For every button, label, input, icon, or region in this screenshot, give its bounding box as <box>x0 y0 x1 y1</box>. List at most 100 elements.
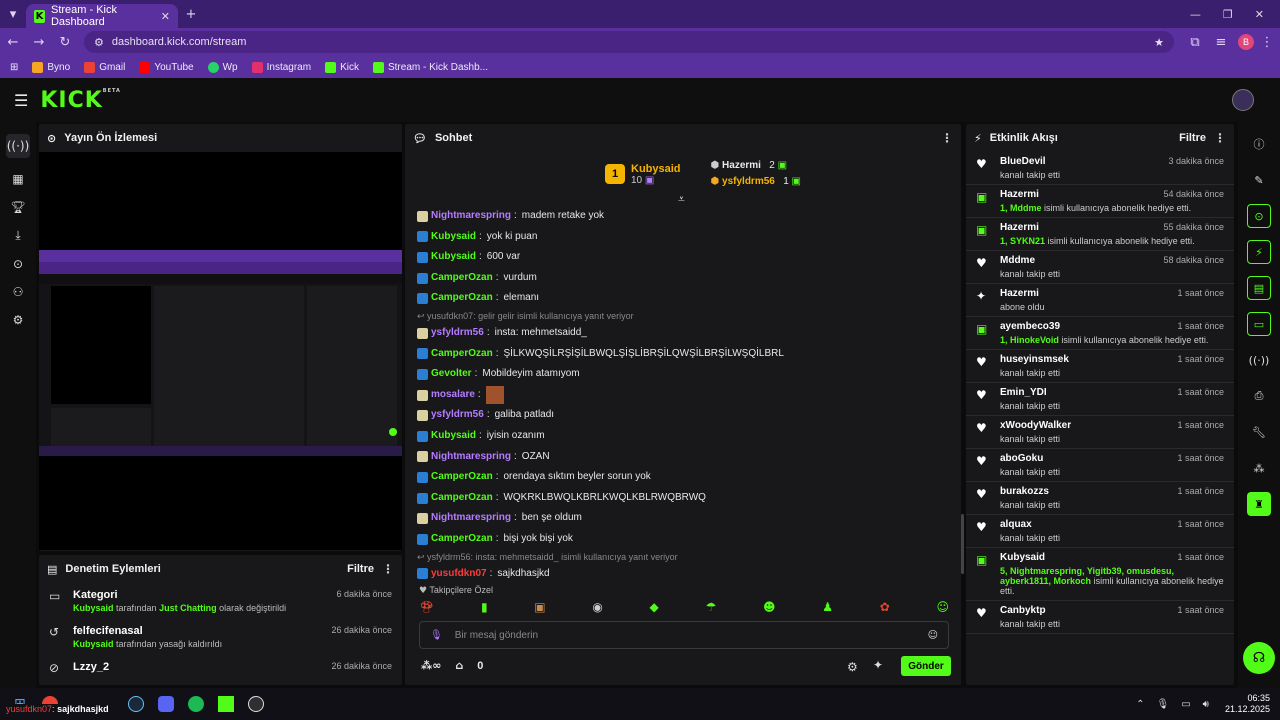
collapse-icon[interactable]: ⩡ <box>678 192 685 207</box>
info-icon[interactable]: ⓘ <box>1247 132 1271 156</box>
event-username[interactable]: Hazermi <box>1000 288 1039 299</box>
stream-icon[interactable]: ((·)) <box>6 134 30 158</box>
chat-username[interactable]: CamperOzan <box>431 529 493 550</box>
events-menu-icon[interactable]: ⋮ <box>1214 131 1226 145</box>
chat-username[interactable]: yusufdkn07 <box>431 564 487 585</box>
camera-icon[interactable]: ⊙ <box>13 257 23 271</box>
chat-message[interactable]: Kubysaid:600 var <box>417 247 947 268</box>
emoji-icon[interactable]: ☺ <box>928 630 938 641</box>
points-icon[interactable]: ⁂ <box>1247 456 1271 480</box>
event-username[interactable]: xWoodyWalker <box>1000 420 1071 431</box>
chat-message[interactable]: Kubysaid: yok ki puan <box>417 227 947 248</box>
emote-icon[interactable]: ◆ <box>650 600 659 614</box>
moderation-menu-icon[interactable]: ⋮ <box>382 562 394 576</box>
event-item[interactable]: ♥ Emin_YDI 1 saat önce kanalı takip etti <box>966 383 1234 416</box>
event-item[interactable]: ♥ Canbyktp 1 saat önce kanalı takip etti <box>966 601 1234 634</box>
chat-username[interactable]: Nightmarespring <box>431 206 511 227</box>
event-item[interactable]: ♥ alquax 1 saat önce kanalı takip etti <box>966 515 1234 548</box>
notification-toast[interactable]: yusufdkn07: sajkdhasjkd <box>6 704 109 714</box>
event-username[interactable]: burakozzs <box>1000 486 1049 497</box>
event-username[interactable]: Kubysaid <box>1000 552 1045 563</box>
leader-third[interactable]: ⬢ ysfyldrm56 1 ▣ <box>711 174 801 190</box>
broadcast-icon[interactable]: ((·)) <box>1247 348 1271 372</box>
chat-message[interactable]: CamperOzan: bişi yok bişi yok <box>417 529 947 550</box>
bookmark-item[interactable]: YouTube <box>139 61 194 73</box>
store-icon[interactable]: ⌂ <box>455 659 463 672</box>
user-avatar[interactable] <box>1232 89 1254 111</box>
network-icon[interactable]: ▭ <box>1181 699 1190 710</box>
event-username[interactable]: Emin_YDI <box>1000 387 1047 398</box>
chat-message[interactable]: Nightmarespring: ben şe oldum <box>417 508 947 529</box>
event-item[interactable]: ✦ Hazermi 1 saat önce abone oldu <box>966 284 1234 317</box>
moderation-item[interactable]: ⊘ Lzzy_2 26 dakika önce <box>39 655 402 681</box>
restore-icon[interactable]: ❐ <box>1223 8 1233 21</box>
emote-icon[interactable]: ▮ <box>481 600 488 614</box>
emote-icon[interactable]: ▣ <box>534 600 545 614</box>
event-username[interactable]: huseyinsmsek <box>1000 354 1069 365</box>
event-item[interactable]: ▣ Kubysaid 1 saat önce 5, Nightmarespring, … <box>966 548 1234 601</box>
leader-first[interactable]: 1 Kubysaid 10 ▣ <box>605 158 681 190</box>
tray-expand-icon[interactable]: ⌃ <box>1136 699 1144 710</box>
event-item[interactable]: ▣ ayembeco39 1 saat önce 1, HinokeVoid isim… <box>966 317 1234 350</box>
bookmark-star-icon[interactable]: ★ <box>1154 36 1164 49</box>
site-info-icon[interactable]: ⚙ <box>94 36 104 49</box>
wrench-icon[interactable]: 🔧︎ <box>1247 420 1271 444</box>
moderation-item[interactable]: ↺ felfecifenasal Kubysaid tarafından yas… <box>39 619 402 655</box>
chat-username[interactable]: ysfyldrm56 <box>431 405 484 426</box>
mic-icon[interactable]: 🎙︎ <box>1156 699 1169 710</box>
chat-username[interactable]: CamperOzan <box>431 467 493 488</box>
event-item[interactable]: ♥ aboGoku 1 saat önce kanalı takip etti <box>966 449 1234 482</box>
forward-icon[interactable]: → <box>26 35 52 50</box>
bookmark-item[interactable]: Stream - Kick Dashb... <box>372 61 488 73</box>
volume-icon[interactable]: 🔊︎ <box>1203 699 1209 710</box>
chat-message[interactable]: Kubysaid: iyisin ozanım <box>417 426 947 447</box>
bookmark-item[interactable]: Wp <box>207 61 238 73</box>
clock[interactable]: 06:35 21.12.2025 <box>1225 693 1270 715</box>
emote-icon[interactable]: ☂ <box>706 600 717 614</box>
chat-username[interactable]: CamperOzan <box>431 344 493 365</box>
chat-username[interactable]: Kubysaid <box>431 247 476 268</box>
chat-message[interactable]: CamperOzan: WQKRKLBWQLKBRLKWQLKBLRWQBRWQ <box>417 488 947 509</box>
edit-icon[interactable]: ✎ <box>1247 168 1271 192</box>
close-window-icon[interactable]: ✕ <box>1255 8 1264 21</box>
chat-message[interactable]: CamperOzan: ŞİLKWQŞİLRŞİŞİLBWQLŞİŞLİBRŞİL… <box>417 344 947 365</box>
apps-grid-icon[interactable]: ⊞ <box>10 62 18 73</box>
analytics-icon[interactable]: ▦ <box>12 172 23 186</box>
emote-icon[interactable]: 🍄︎ <box>419 600 434 614</box>
chat-username[interactable]: Nightmarespring <box>431 508 511 529</box>
bookmark-item[interactable]: Instagram <box>251 61 311 73</box>
event-item[interactable]: ♥ xWoodyWalker 1 saat önce kanalı takip ett… <box>966 416 1234 449</box>
chat-settings-icon[interactable]: ⚙ <box>847 660 858 674</box>
event-username[interactable]: BlueDevil <box>1000 156 1046 167</box>
chat-message[interactable]: Gevolter: Mobildeyim atamıyom <box>417 364 947 385</box>
chat-username[interactable]: Kubysaid <box>431 426 476 447</box>
moderation-item[interactable]: ▭ Kategori Kubysaid tarafından Just Chat… <box>39 583 402 619</box>
events-filter-button[interactable]: Filtre <box>1179 132 1206 144</box>
download-icon[interactable]: ⤓ <box>15 228 20 243</box>
emote-icon[interactable]: ✿ <box>880 600 890 614</box>
moderation-filter-button[interactable]: Filtre <box>347 563 374 575</box>
event-username[interactable]: Canbyktp <box>1000 605 1046 616</box>
chat-message[interactable]: CamperOzan: vurdum <box>417 268 947 289</box>
trophy-icon[interactable]: 🏆︎ <box>10 200 25 214</box>
moderation-toggle-icon[interactable]: ▤ <box>1247 276 1271 300</box>
chat-username[interactable]: Kubysaid <box>431 227 476 248</box>
chat-message[interactable]: yusufdkn07: sajkdhasjkd <box>417 564 947 585</box>
leader-second[interactable]: ⬢ Hazermi 2 ▣ <box>711 158 801 174</box>
bot-icon[interactable]: ✦ <box>873 658 883 672</box>
preview-toggle-icon[interactable]: ⊙ <box>1247 204 1271 228</box>
chat-message[interactable]: ysfyldrm56: galiba patladı <box>417 405 947 426</box>
chat-username[interactable]: Gevolter <box>431 364 472 385</box>
event-item[interactable]: ▣ Hazermi 54 dakika önce 1, Mddme isimli ku… <box>966 185 1234 218</box>
chat-message[interactable]: mosalare: <box>417 385 947 406</box>
emote-icon[interactable]: ♟ <box>822 600 833 614</box>
browser-menu-icon[interactable]: ⋮ <box>1254 35 1280 50</box>
back-icon[interactable]: ← <box>0 35 26 50</box>
activity-toggle-icon[interactable]: ⚡︎ <box>1247 240 1271 264</box>
chat-username[interactable]: CamperOzan <box>431 488 493 509</box>
hamburger-menu-icon[interactable]: ☰ <box>14 91 28 110</box>
event-item[interactable]: ♥ BlueDevil 3 dakika önce kanalı takip etti <box>966 152 1234 185</box>
emote-icon[interactable]: ☻ <box>763 600 776 614</box>
chat-toggle-icon[interactable]: ▭ <box>1247 312 1271 336</box>
url-field[interactable]: ⚙ dashboard.kick.com/stream ★ <box>84 31 1174 53</box>
